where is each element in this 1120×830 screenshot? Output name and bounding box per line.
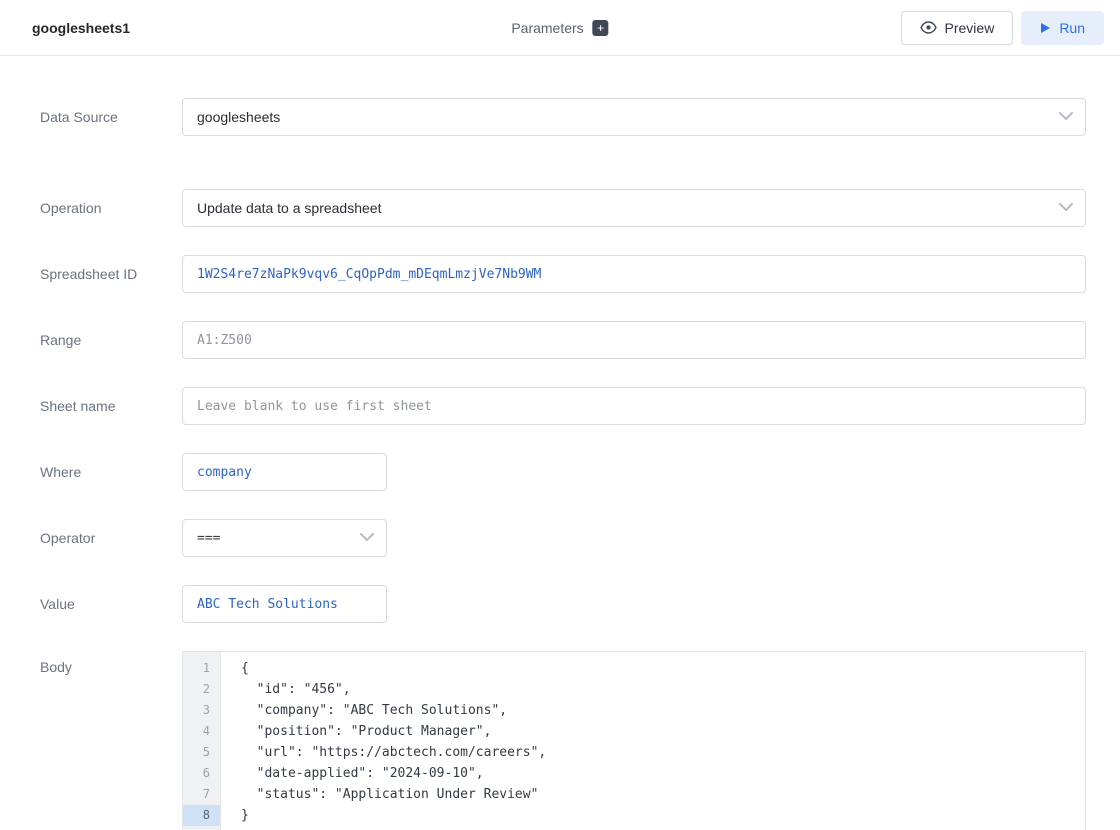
- eye-icon: [920, 21, 937, 34]
- field-row-where: Where: [40, 453, 1086, 491]
- data-source-value: googlesheets: [197, 109, 280, 125]
- code-line: }: [241, 805, 1085, 826]
- header-actions: Preview Run: [901, 11, 1104, 45]
- line-number: 7: [183, 784, 220, 805]
- chevron-down-icon: [1059, 199, 1073, 217]
- preview-button-label: Preview: [945, 20, 995, 36]
- preview-button[interactable]: Preview: [901, 11, 1014, 45]
- code-area[interactable]: { "id": "456", "company": "ABC Tech Solu…: [221, 652, 1085, 830]
- code-line: "status": "Application Under Review": [241, 784, 1085, 805]
- line-number: 4: [183, 721, 220, 742]
- spreadsheet-id-control: [182, 255, 1086, 293]
- line-number: 3: [183, 700, 220, 721]
- body-code-editor[interactable]: 1 2 3 4 5 6 7 8 { "id": "456", "company"…: [182, 651, 1086, 830]
- value-input[interactable]: [197, 586, 372, 622]
- field-row-operation: Operation Update data to a spreadsheet: [40, 189, 1086, 227]
- field-row-body: Body 1 2 3 4 5 6 7 8 { "id": "456", "com…: [40, 651, 1086, 830]
- data-source-select[interactable]: googlesheets: [182, 98, 1086, 136]
- line-number: 2: [183, 679, 220, 700]
- code-line: "url": "https://abctech.com/careers",: [241, 742, 1085, 763]
- field-row-value: Value: [40, 585, 1086, 623]
- play-icon: [1040, 22, 1051, 34]
- value-control: [182, 585, 387, 623]
- run-button-label: Run: [1059, 20, 1085, 36]
- field-row-spreadsheet-id: Spreadsheet ID: [40, 255, 1086, 293]
- code-line: "id": "456",: [241, 679, 1085, 700]
- line-number-active: 8: [183, 805, 220, 826]
- data-source-label: Data Source: [40, 109, 182, 125]
- field-row-sheet-name: Sheet name: [40, 387, 1086, 425]
- value-label: Value: [40, 596, 182, 612]
- run-button[interactable]: Run: [1021, 11, 1104, 45]
- operator-value: ===: [197, 531, 220, 546]
- operation-label: Operation: [40, 200, 182, 216]
- code-line: {: [241, 658, 1085, 679]
- operator-label: Operator: [40, 530, 182, 546]
- step-title: googlesheets1: [32, 20, 130, 36]
- sheet-name-input[interactable]: [197, 388, 1071, 424]
- field-row-operator: Operator ===: [40, 519, 1086, 557]
- chevron-down-icon: [1059, 108, 1073, 126]
- line-number: 1: [183, 658, 220, 679]
- range-control: [182, 321, 1086, 359]
- code-line: "position": "Product Manager",: [241, 721, 1085, 742]
- line-number-gutter: 1 2 3 4 5 6 7 8: [183, 652, 221, 830]
- body-label: Body: [40, 651, 182, 675]
- line-number: 6: [183, 763, 220, 784]
- field-row-data-source: Data Source googlesheets: [40, 98, 1086, 136]
- add-parameter-button[interactable]: +: [593, 20, 609, 36]
- parameters-group: Parameters +: [511, 20, 608, 36]
- operation-value: Update data to a spreadsheet: [197, 200, 381, 216]
- chevron-down-icon: [360, 529, 374, 547]
- where-control: [182, 453, 387, 491]
- operator-select[interactable]: ===: [182, 519, 387, 557]
- code-line: "company": "ABC Tech Solutions",: [241, 700, 1085, 721]
- spreadsheet-id-input[interactable]: [197, 256, 1071, 292]
- parameters-form: Data Source googlesheets Operation Updat…: [0, 56, 1120, 830]
- range-label: Range: [40, 332, 182, 348]
- sheet-name-control: [182, 387, 1086, 425]
- spreadsheet-id-label: Spreadsheet ID: [40, 266, 182, 282]
- top-bar: googlesheets1 Parameters + Preview Run: [0, 0, 1120, 56]
- field-row-range: Range: [40, 321, 1086, 359]
- operation-select[interactable]: Update data to a spreadsheet: [182, 189, 1086, 227]
- line-number: 5: [183, 742, 220, 763]
- parameters-label: Parameters: [511, 20, 583, 36]
- where-input[interactable]: [197, 454, 372, 490]
- sheet-name-label: Sheet name: [40, 398, 182, 414]
- where-label: Where: [40, 464, 182, 480]
- range-input[interactable]: [197, 322, 1071, 358]
- code-line: "date-applied": "2024-09-10",: [241, 763, 1085, 784]
